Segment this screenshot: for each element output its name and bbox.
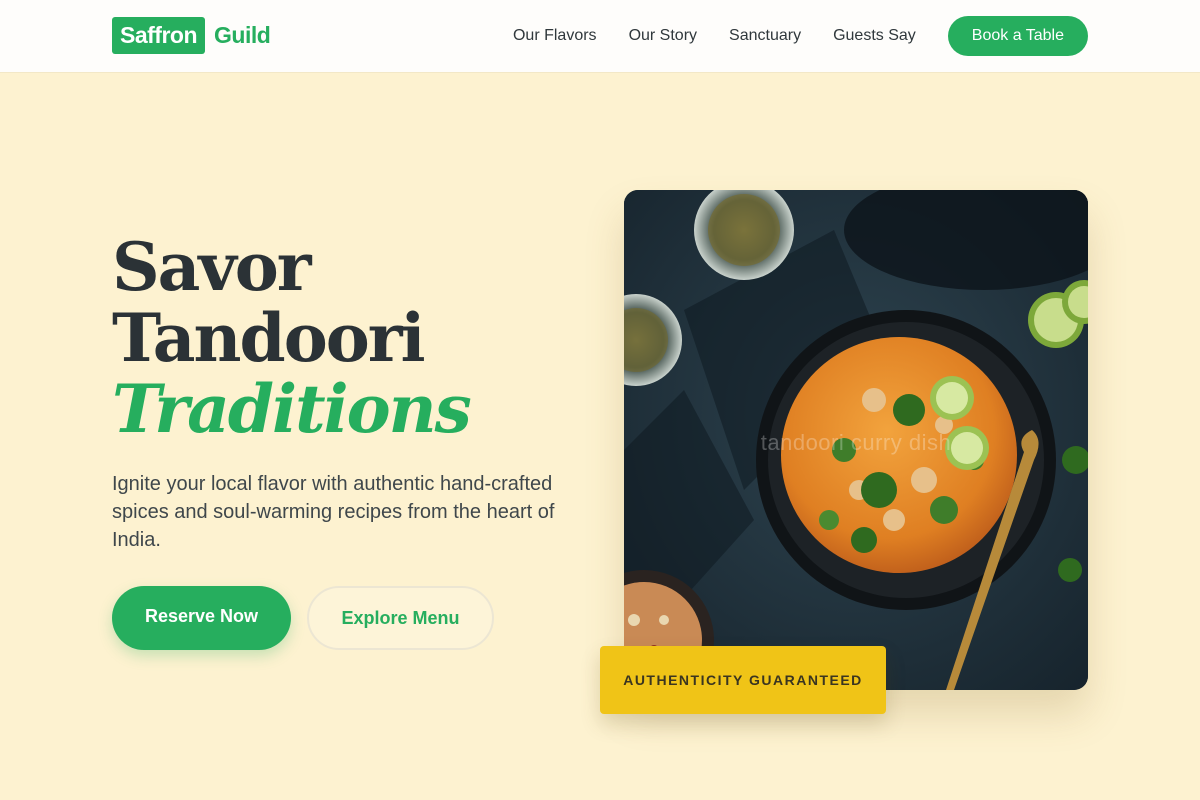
explore-menu-button[interactable]: Explore Menu	[307, 586, 494, 650]
hero-title: Savor Tandoori Traditions	[112, 228, 472, 448]
authenticity-badge: AUTHENTICITY GUARANTEED	[600, 646, 886, 714]
site-header: Saffron Guild Our Flavors Our Story Sanc…	[0, 0, 1200, 72]
brand-logo[interactable]: Saffron Guild	[112, 17, 271, 54]
hero-food-image: tandoori curry dish	[624, 190, 1088, 690]
nav-link-our-story[interactable]: Our Story	[629, 27, 697, 45]
hero-title-line-2: Tandoori	[112, 299, 426, 377]
reserve-now-button[interactable]: Reserve Now	[112, 586, 291, 650]
image-alt-text: tandoori curry dish	[760, 430, 952, 455]
hero-title-line-1: Savor	[112, 228, 312, 306]
logo-rest-text: Guild	[214, 22, 271, 48]
hero-title-accent: Traditions	[112, 370, 472, 448]
nav-link-our-flavors[interactable]: Our Flavors	[513, 27, 597, 45]
nav-link-guests-say[interactable]: Guests Say	[833, 27, 916, 45]
logo-box-text: Saffron	[112, 17, 205, 54]
nav-link-sanctuary[interactable]: Sanctuary	[729, 27, 801, 45]
main-nav: Our Flavors Our Story Sanctuary Guests S…	[513, 16, 1088, 56]
book-table-button[interactable]: Book a Table	[947, 16, 1088, 56]
hero-subtitle: Ignite your local flavor with authentic …	[112, 473, 555, 551]
